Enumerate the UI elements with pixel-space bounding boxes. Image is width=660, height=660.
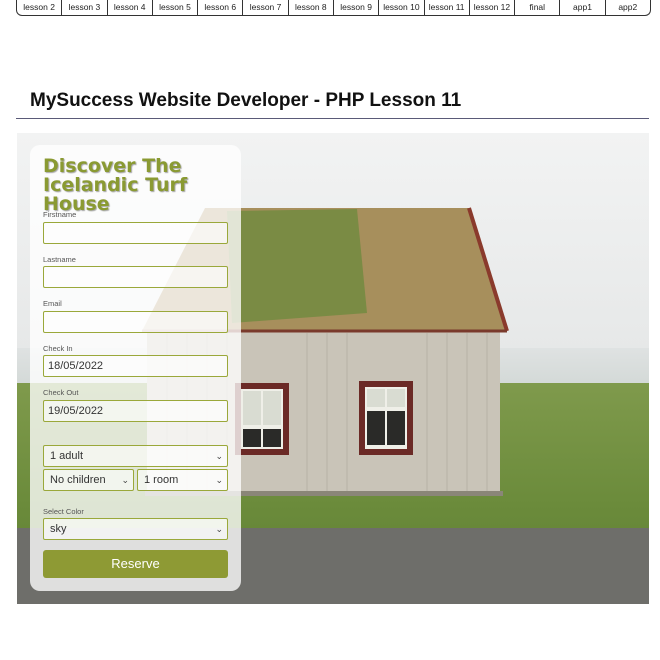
nav-item-final[interactable]: final xyxy=(515,0,561,15)
checkout-label: Check Out xyxy=(43,388,79,397)
color-label: Select Color xyxy=(43,507,84,516)
nav-item-lesson-6[interactable]: lesson 6 xyxy=(198,0,244,15)
nav-item-lesson-12[interactable]: lesson 12 xyxy=(470,0,516,15)
firstname-input[interactable] xyxy=(43,222,228,244)
adults-select-value: 1 adult xyxy=(50,450,84,462)
nav-item-lesson-2[interactable]: lesson 2 xyxy=(17,0,63,15)
nav-item-lesson-3[interactable]: lesson 3 xyxy=(62,0,108,15)
color-select[interactable]: sky ⌄ xyxy=(43,518,228,540)
lastname-label: Lastname xyxy=(43,255,76,264)
firstname-label: Firstname xyxy=(43,210,77,219)
nav-item-lesson-10[interactable]: lesson 10 xyxy=(379,0,425,15)
rooms-select[interactable]: 1 room ⌄ xyxy=(137,469,228,491)
reserve-button[interactable]: Reserve xyxy=(43,550,228,578)
chevron-down-icon: ⌄ xyxy=(215,524,223,534)
reservation-form: Discover The Icelandic Turf House Firstn… xyxy=(30,145,241,591)
chevron-down-icon: ⌄ xyxy=(121,475,129,485)
nav-item-app2[interactable]: app2 xyxy=(606,0,650,15)
adults-select[interactable]: 1 adult ⌄ xyxy=(43,445,228,467)
nav-item-lesson-4[interactable]: lesson 4 xyxy=(108,0,153,15)
nav-item-lesson-11[interactable]: lesson 11 xyxy=(425,0,470,15)
title-divider xyxy=(16,118,649,119)
house-turf-moss xyxy=(227,209,367,323)
children-select[interactable]: No children ⌄ xyxy=(43,469,134,491)
nav-item-lesson-9[interactable]: lesson 9 xyxy=(334,0,380,15)
nav-item-lesson-5[interactable]: lesson 5 xyxy=(153,0,199,15)
form-heading-line2: Icelandic Turf House xyxy=(43,174,188,215)
lastname-input[interactable] xyxy=(43,266,228,288)
email-label: Email xyxy=(43,299,62,308)
nav-item-app1[interactable]: app1 xyxy=(560,0,606,15)
email-input[interactable] xyxy=(43,311,228,333)
children-select-value: No children xyxy=(50,474,106,486)
chevron-down-icon: ⌄ xyxy=(215,475,223,485)
checkout-input[interactable]: 19/05/2022 xyxy=(43,400,228,422)
checkin-label: Check In xyxy=(43,344,73,353)
form-heading: Discover The Icelandic Turf House xyxy=(43,157,241,214)
nav-item-lesson-8[interactable]: lesson 8 xyxy=(289,0,334,15)
checkin-input[interactable]: 18/05/2022 xyxy=(43,355,228,377)
chevron-down-icon: ⌄ xyxy=(215,451,223,461)
rooms-select-value: 1 room xyxy=(144,474,179,486)
lesson-nav: lesson 2 lesson 3 lesson 4 lesson 5 less… xyxy=(16,0,651,16)
color-select-value: sky xyxy=(50,523,67,535)
nav-item-lesson-7[interactable]: lesson 7 xyxy=(243,0,289,15)
page-title: MySuccess Website Developer - PHP Lesson… xyxy=(30,90,462,111)
